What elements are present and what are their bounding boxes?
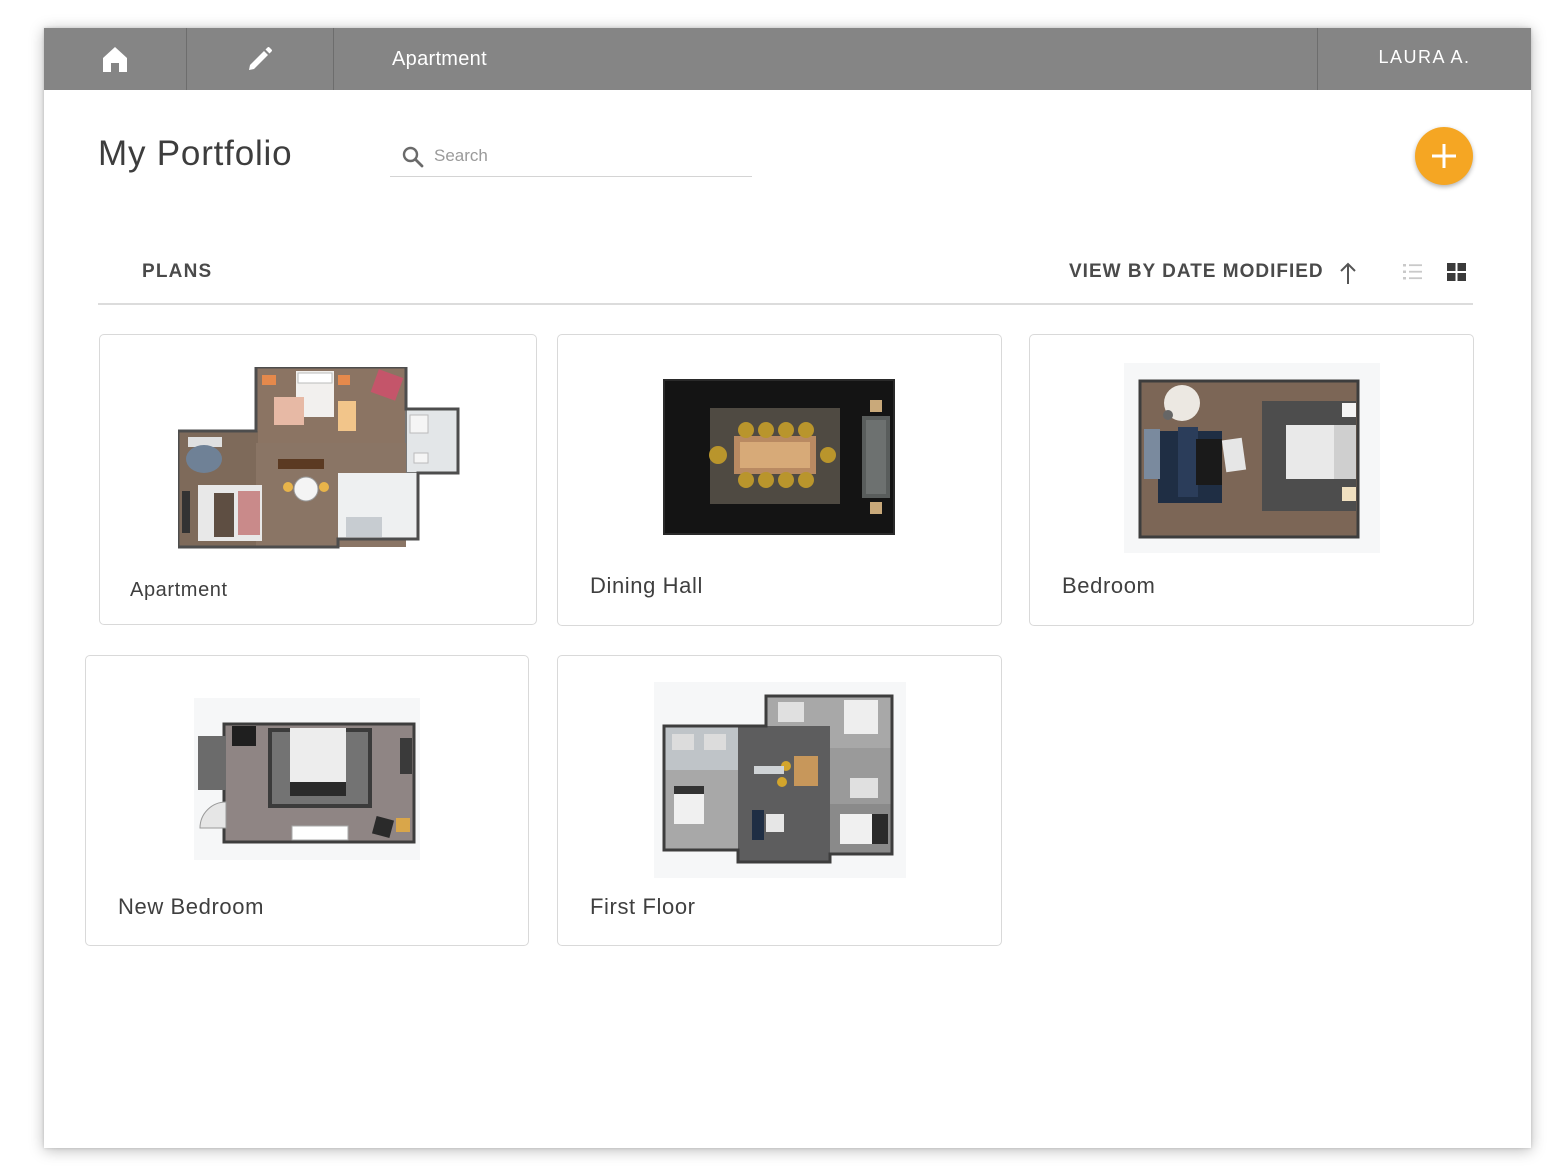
plan-name: New Bedroom — [118, 894, 264, 919]
plan-thumbnail — [663, 379, 895, 535]
plus-icon — [1432, 144, 1456, 168]
edit-button[interactable] — [187, 28, 334, 90]
home-icon — [103, 47, 127, 72]
plan-name: Dining Hall — [590, 573, 703, 598]
add-plan-button[interactable] — [1415, 127, 1473, 185]
section-label: PLANS — [142, 261, 213, 282]
plan-thumbnail — [194, 698, 420, 860]
sort-by-button[interactable]: VIEW BY DATE MODIFIED — [1069, 261, 1324, 283]
plan-card-new-bedroom[interactable]: New Bedroom — [85, 655, 529, 946]
search-icon — [402, 146, 424, 168]
sort-ascending-icon[interactable] — [1338, 261, 1358, 285]
plan-card-first-floor[interactable]: First Floor — [557, 655, 1002, 946]
plan-name: Apartment — [130, 579, 228, 601]
list-view-icon[interactable] — [1402, 261, 1424, 283]
plan-card-apartment[interactable]: Apartment — [99, 334, 537, 625]
plan-thumbnail — [1124, 363, 1380, 553]
home-button[interactable] — [44, 28, 187, 90]
user-menu[interactable]: LAURA A. — [1317, 28, 1531, 90]
plan-name: Bedroom — [1062, 573, 1156, 598]
page-title: My Portfolio — [98, 134, 293, 173]
plan-thumbnail — [654, 682, 906, 878]
grid-view-icon[interactable] — [1446, 261, 1468, 283]
top-bar: Apartment LAURA A. — [44, 28, 1531, 90]
plan-name: First Floor — [590, 894, 696, 919]
search-box[interactable] — [390, 141, 752, 177]
search-input[interactable] — [434, 144, 734, 168]
section-divider — [98, 303, 1473, 305]
project-title: Apartment — [392, 48, 487, 70]
app-window: Apartment LAURA A. My Portfolio PLANS VI… — [44, 28, 1531, 1148]
plan-card-bedroom[interactable]: Bedroom — [1029, 334, 1474, 626]
plan-thumbnail — [178, 367, 460, 549]
pencil-icon — [249, 47, 272, 70]
plan-card-dining-hall[interactable]: Dining Hall — [557, 334, 1002, 626]
